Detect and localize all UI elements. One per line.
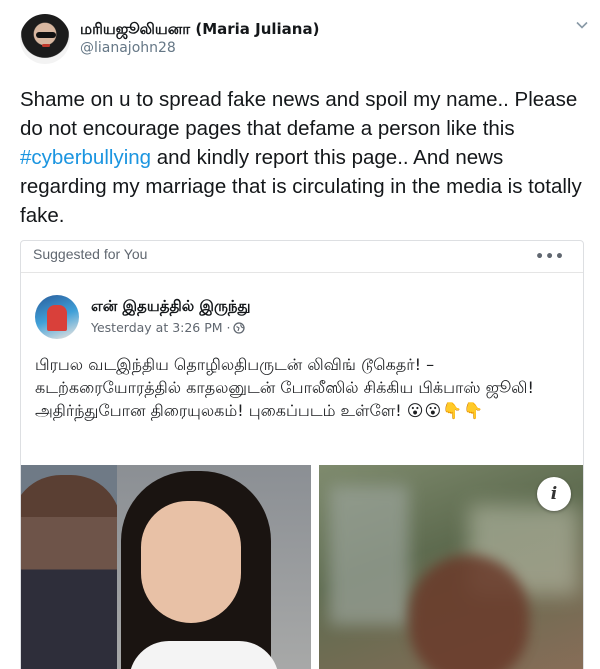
info-icon: i [537,477,571,511]
page-avatar-figure [47,305,67,331]
blur-shape [409,555,529,669]
facebook-post-screenshot: Suggested for You ••• என் இதயத்தில் இருந… [20,240,584,669]
page-avatar [35,295,79,339]
chevron-down-icon[interactable] [576,16,588,29]
tweet-text-part: Shame on u to spread fake news and spoil… [20,88,578,140]
avatar-glasses [36,32,56,38]
user-handle[interactable]: @lianajohn28 [80,40,176,56]
blur-shape [329,485,409,625]
post-photo-woman [21,465,311,669]
post-text: பிரபல வடஇந்திய தொழிலதிபருடன் லிவிங் டூகெ… [35,353,575,422]
page-name: என் இதயத்தில் இருந்து [91,297,251,315]
tweet-text: Shame on u to spread fake news and spoil… [20,85,590,230]
post-timestamp: Yesterday at 3:26 PM · [91,320,245,335]
photo-shirt [129,641,279,669]
timestamp-text: Yesterday at 3:26 PM · [91,320,231,335]
post-emoji: 😮😮👇👇 [406,401,484,420]
avatar-lip [42,44,50,47]
hashtag-link[interactable]: #cyberbullying [20,146,151,169]
display-name[interactable]: மரியஜூலியனா (Maria Juliana) [80,20,319,40]
globe-icon [232,322,245,334]
user-avatar[interactable] [20,14,70,64]
photo-background-person [21,475,121,669]
tweet: மரியஜூலியனா (Maria Juliana) @lianajohn28… [0,0,600,669]
photo-face [141,501,241,623]
more-options-icon: ••• [535,249,565,265]
suggested-label: Suggested for You [21,241,583,273]
